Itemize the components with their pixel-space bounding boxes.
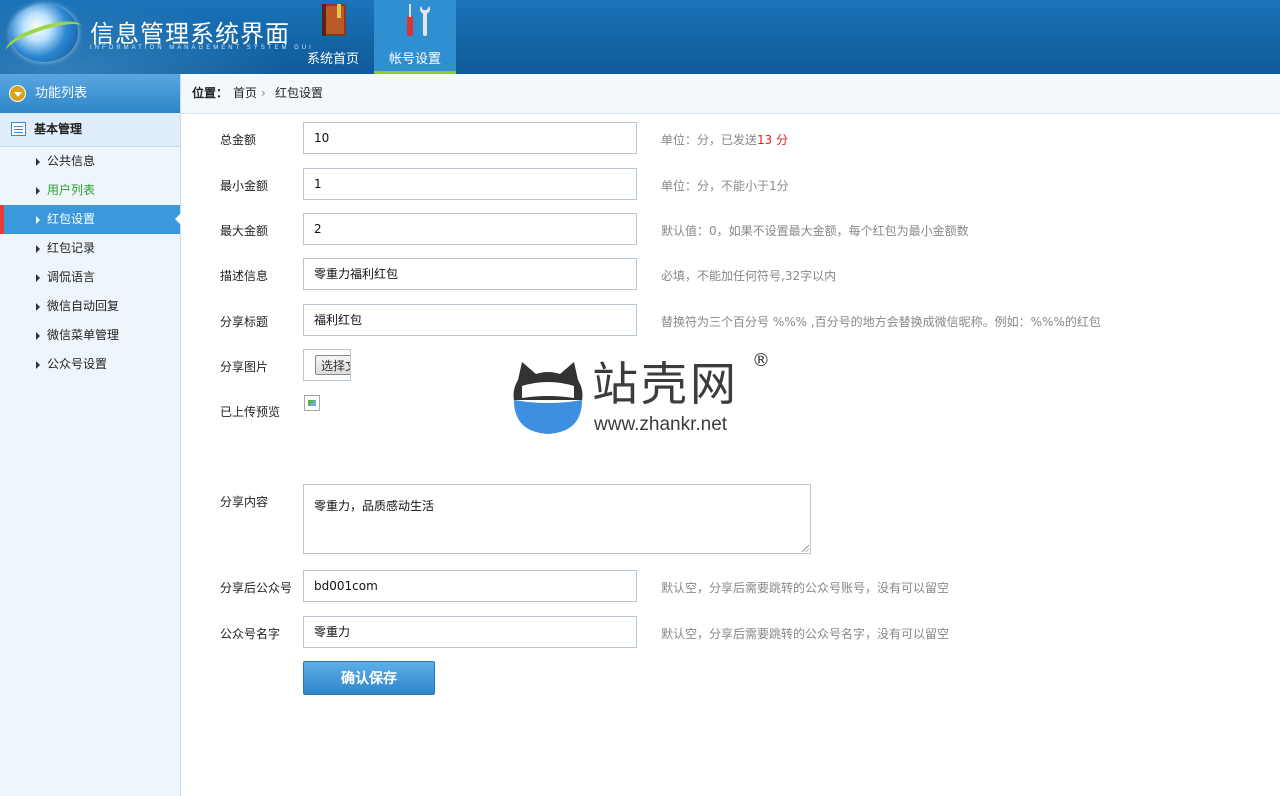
globe-logo-icon bbox=[1, 4, 87, 64]
watermark: 站壳网 ® www.zhankr.net bbox=[512, 350, 772, 440]
share-content-label: 分享内容 bbox=[220, 495, 269, 509]
after-share-account-hint: 默认空，分享后需要跳转的公众号账号，没有可以留空 bbox=[661, 581, 950, 595]
nav-item-account-settings-label: 帐号设置 bbox=[388, 52, 441, 67]
caret-right-icon bbox=[36, 216, 40, 224]
min-amount-label: 最小金额 bbox=[220, 179, 269, 193]
share-title-label: 分享标题 bbox=[220, 315, 269, 329]
share-content-textarea[interactable]: 零重力，品质感动生活 bbox=[303, 484, 811, 554]
preview-label: 已上传预览 bbox=[220, 405, 281, 419]
app-subtitle: INFORMATION MANAGEMENT SYSTEM GUI bbox=[90, 45, 314, 51]
sidebar-item-label: 调侃语言 bbox=[47, 270, 96, 284]
total-amount-label: 总金额 bbox=[220, 133, 257, 147]
sidebar-item-tease-language[interactable]: 调侃语言 bbox=[0, 263, 180, 292]
choose-file-button[interactable]: 选择文件 bbox=[315, 355, 350, 375]
breadcrumb-position-label: 位置： bbox=[192, 86, 229, 100]
sidebar-header[interactable]: 功能列表 bbox=[0, 74, 180, 113]
caret-right-icon bbox=[36, 274, 40, 282]
nav-item-home-label: 系统首页 bbox=[306, 52, 359, 67]
watermark-name: 站壳网 bbox=[592, 357, 739, 411]
sent-amount-value: 13 分 bbox=[757, 133, 789, 147]
sidebar-item-official-account[interactable]: 公众号设置 bbox=[0, 350, 180, 379]
sidebar-item-user-list[interactable]: 用户列表 bbox=[0, 176, 180, 205]
sidebar: 功能列表 基本管理 公共信息 用户列表 红包设置 红包记录 调侃语言 微信自动回… bbox=[0, 74, 181, 796]
account-name-hint: 默认空，分享后需要跳转的公众号名字，没有可以留空 bbox=[661, 627, 950, 641]
sidebar-item-redpacket-settings[interactable]: 红包设置 bbox=[0, 205, 181, 234]
description-input[interactable]: 零重力福利红包 bbox=[303, 258, 637, 290]
resize-grip-icon[interactable] bbox=[802, 545, 809, 552]
caret-right-icon bbox=[36, 187, 40, 195]
watermark-registered: ® bbox=[752, 350, 770, 371]
breadcrumb-current: 红包设置 bbox=[275, 86, 324, 100]
sidebar-item-wechat-menu[interactable]: 微信菜单管理 bbox=[0, 321, 180, 350]
breadcrumb-home-link[interactable]: 首页 bbox=[233, 74, 257, 113]
nav-item-account-settings[interactable]: 帐号设置 bbox=[374, 0, 456, 74]
tools-icon bbox=[407, 4, 430, 36]
sidebar-item-label: 红包记录 bbox=[47, 241, 96, 255]
after-share-account-label: 分享后公众号 bbox=[220, 581, 293, 595]
sidebar-group-basic[interactable]: 基本管理 bbox=[0, 113, 180, 147]
save-button[interactable]: 确认保存 bbox=[303, 661, 435, 695]
breadcrumb-separator-icon: › bbox=[261, 86, 266, 100]
share-image-file-input[interactable]: 选择文件 bbox=[303, 349, 351, 381]
watermark-url: www.zhankr.net bbox=[594, 414, 728, 435]
after-share-account-input[interactable]: bd001com bbox=[303, 570, 637, 602]
sidebar-item-wechat-auto-reply[interactable]: 微信自动回复 bbox=[0, 292, 180, 321]
sidebar-item-label: 公众号设置 bbox=[47, 357, 108, 371]
caret-right-icon bbox=[36, 361, 40, 369]
sidebar-group-label: 基本管理 bbox=[34, 122, 83, 136]
total-amount-input[interactable]: 10 bbox=[303, 122, 637, 154]
description-label: 描述信息 bbox=[220, 269, 269, 283]
collapse-arrow-icon bbox=[9, 85, 26, 102]
min-amount-hint: 单位：分，不能小于1分 bbox=[661, 179, 789, 193]
caret-right-icon bbox=[36, 158, 40, 166]
description-hint: 必填，不能加任何符号,32字以内 bbox=[661, 269, 837, 283]
sidebar-item-redpacket-records[interactable]: 红包记录 bbox=[0, 234, 180, 263]
share-title-input[interactable]: 福利红包 bbox=[303, 304, 637, 336]
share-content-text: 零重力，品质感动生活 bbox=[314, 499, 435, 513]
total-amount-hint: 单位：分，已发送13 分 bbox=[661, 133, 789, 147]
min-amount-input[interactable]: 1 bbox=[303, 168, 637, 200]
sidebar-item-label: 用户列表 bbox=[47, 183, 96, 197]
max-amount-label: 最大金额 bbox=[220, 224, 269, 238]
breadcrumb: 位置： 首页 › 红包设置 bbox=[181, 74, 1280, 114]
account-name-input[interactable]: 零重力 bbox=[303, 616, 637, 648]
top-header: 信息管理系统界面 INFORMATION MANAGEMENT SYSTEM G… bbox=[0, 0, 1280, 74]
nav-item-home[interactable]: 系统首页 bbox=[292, 0, 374, 74]
cat-logo-icon bbox=[513, 362, 583, 434]
sidebar-item-label: 微信菜单管理 bbox=[47, 328, 120, 342]
caret-right-icon bbox=[36, 332, 40, 340]
share-title-hint: 替换符为三个百分号 %%% ,百分号的地方会替换成微信昵称。例如：%%%的红包 bbox=[661, 315, 1101, 329]
top-nav: 系统首页 帐号设置 bbox=[292, 0, 456, 74]
book-icon bbox=[322, 4, 346, 36]
max-amount-input[interactable]: 2 bbox=[303, 213, 637, 245]
sidebar-item-label: 微信自动回复 bbox=[47, 299, 120, 313]
account-name-label: 公众号名字 bbox=[220, 627, 281, 641]
sidebar-item-public-info[interactable]: 公共信息 bbox=[0, 147, 180, 176]
broken-image-icon bbox=[304, 395, 320, 411]
sidebar-item-label: 公共信息 bbox=[47, 154, 96, 168]
caret-right-icon bbox=[36, 245, 40, 253]
caret-right-icon bbox=[36, 303, 40, 311]
sidebar-header-label: 功能列表 bbox=[35, 86, 88, 101]
app-title: 信息管理系统界面 bbox=[90, 20, 290, 48]
share-image-label: 分享图片 bbox=[220, 360, 269, 374]
max-amount-hint: 默认值：0，如果不设置最大金额，每个红包为最小金额数 bbox=[661, 224, 969, 238]
sidebar-item-label: 红包设置 bbox=[47, 212, 96, 226]
list-icon bbox=[11, 122, 26, 136]
